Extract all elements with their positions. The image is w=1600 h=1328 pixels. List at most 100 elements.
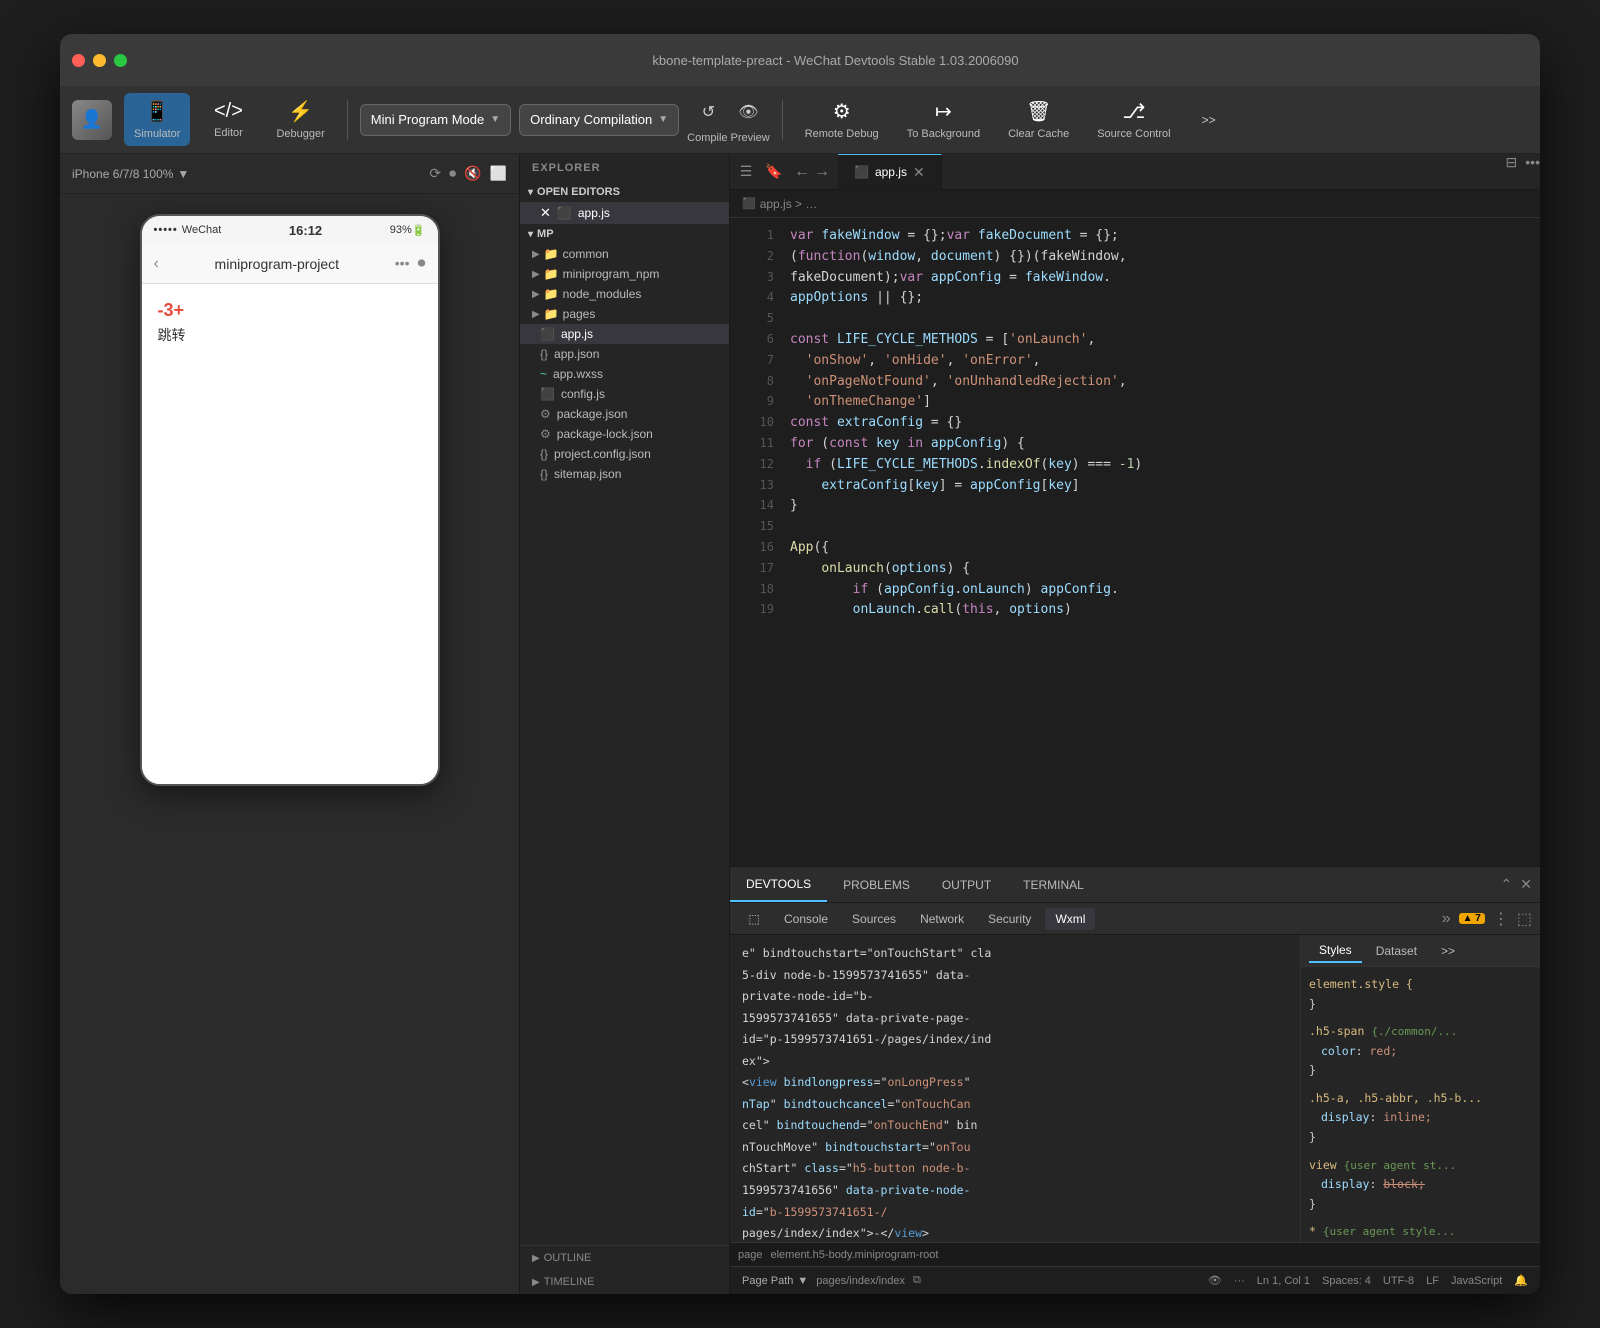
- line-number-5: 5: [738, 309, 774, 330]
- dom-line-7[interactable]: <view bindlongpress="onLongPress": [738, 1072, 1292, 1094]
- code-editor[interactable]: 1 var fakeWindow = {};var fakeDocument =…: [730, 218, 1540, 866]
- devtools-tab-terminal[interactable]: TERMINAL: [1007, 867, 1100, 902]
- sub-tab-security[interactable]: Security: [978, 908, 1041, 930]
- dom-line-10[interactable]: nTouchMove" bindtouchstart="onTou: [738, 1137, 1292, 1159]
- compilation-dropdown-label: Ordinary Compilation: [530, 112, 652, 127]
- source-control-button[interactable]: ⎇ Source Control: [1087, 93, 1180, 146]
- devtools-tab-devtools[interactable]: DEVTOOLS: [730, 867, 827, 902]
- outline-section[interactable]: ▶ OUTLINE: [520, 1246, 729, 1270]
- mode-dropdown[interactable]: Mini Program Mode ▼: [360, 104, 511, 136]
- remote-debug-button[interactable]: ⚙ Remote Debug: [795, 93, 889, 146]
- eye-icon[interactable]: 👁: [1208, 1274, 1222, 1287]
- style-block-element: element.style { }: [1309, 975, 1532, 1014]
- record-icon[interactable]: ⏺: [449, 165, 456, 182]
- status-language[interactable]: JavaScript: [1451, 1275, 1502, 1287]
- code-content-7: 'onShow', 'onHide', 'onError',: [790, 351, 1532, 372]
- file-app-wxss[interactable]: ~ app.wxss: [520, 364, 729, 384]
- dom-line-4[interactable]: 1599573741655" data-private-page-: [738, 1008, 1292, 1030]
- file-project-config-json[interactable]: {} project.config.json: [520, 444, 729, 464]
- file-app-wxss-icon: ~: [540, 367, 547, 381]
- devtools-tab-output[interactable]: OUTPUT: [926, 867, 1007, 902]
- sub-tab-network[interactable]: Network: [910, 908, 974, 930]
- maximize-button[interactable]: [114, 54, 127, 67]
- sub-tab-sources[interactable]: Sources: [842, 908, 906, 930]
- editor-sidebar-toggle[interactable]: ☰: [730, 154, 762, 189]
- to-background-button[interactable]: ↦ To Background: [897, 93, 990, 146]
- folder-common[interactable]: ▶ 📁 common: [520, 244, 729, 264]
- more-sub-tabs-icon[interactable]: »: [1442, 910, 1451, 928]
- devtools-inspect-icon[interactable]: ⬚: [738, 903, 770, 935]
- editor-label: Editor: [214, 127, 243, 139]
- open-editors-header[interactable]: ▾ OPEN EDITORS: [520, 182, 729, 202]
- explorer-bottom: ▶ OUTLINE ▶ TIMELINE: [520, 1245, 729, 1294]
- more-editor-icon[interactable]: •••: [1525, 154, 1540, 189]
- editor-tab-app-js[interactable]: ⬛ app.js ✕: [838, 154, 942, 189]
- more-status-icon[interactable]: ···: [1234, 1275, 1245, 1287]
- page-path-dropdown[interactable]: Page Path ▼: [742, 1275, 808, 1287]
- source-control-label: Source Control: [1097, 128, 1170, 140]
- simulator-button[interactable]: 📱 Simulator: [124, 93, 190, 146]
- sub-tab-wxml[interactable]: Wxml: [1045, 908, 1095, 930]
- file-config-js[interactable]: ⬛ config.js: [520, 384, 729, 404]
- debugger-button[interactable]: ⚡ Debugger: [266, 93, 334, 146]
- styles-tab-styles[interactable]: Styles: [1309, 939, 1362, 963]
- tab-close-button[interactable]: ✕: [913, 164, 925, 181]
- refresh-button[interactable]: ↺: [692, 96, 724, 128]
- devtools-settings-icon[interactable]: ⋮: [1493, 909, 1509, 929]
- more-toolbar-button[interactable]: >>: [1193, 104, 1225, 136]
- dom-line-5[interactable]: id="p-1599573741651-/pages/index/ind: [738, 1029, 1292, 1051]
- sound-icon[interactable]: 🔇: [464, 165, 481, 182]
- minimize-button[interactable]: [93, 54, 106, 67]
- folder-pages[interactable]: ▶ 📁 pages: [520, 304, 729, 324]
- editor-button[interactable]: </> Editor: [198, 94, 258, 145]
- copy-icon[interactable]: ⧉: [913, 1274, 921, 1287]
- sub-tab-console[interactable]: Console: [774, 908, 838, 930]
- dom-line-11[interactable]: chStart" class="h5-button node-b-: [738, 1158, 1292, 1180]
- dom-line-1[interactable]: e" bindtouchstart="onTouchStart" cla: [738, 943, 1292, 965]
- close-button[interactable]: [72, 54, 85, 67]
- screenshot-icon[interactable]: ⬜: [490, 165, 507, 182]
- open-editor-app-js[interactable]: ✕ ⬛ app.js: [520, 202, 729, 224]
- timeline-section[interactable]: ▶ TIMELINE: [520, 1270, 729, 1294]
- dom-line-12[interactable]: 1599573741656" data-private-node-: [738, 1180, 1292, 1202]
- compilation-dropdown[interactable]: Ordinary Compilation ▼: [519, 104, 679, 136]
- line-number-14: 14: [738, 496, 774, 517]
- dom-line-6[interactable]: ex">: [738, 1051, 1292, 1073]
- dom-line-3[interactable]: private-node-id="b-: [738, 986, 1292, 1008]
- file-app-js[interactable]: ⬛ app.js: [520, 324, 729, 344]
- dom-line-14[interactable]: pages/index/index">-</view>: [738, 1223, 1292, 1242]
- file-app-json[interactable]: {} app.json: [520, 344, 729, 364]
- dom-line-9[interactable]: cel" bindtouchend="onTouchEnd" bin: [738, 1115, 1292, 1137]
- avatar[interactable]: 👤: [72, 100, 112, 140]
- code-content-10: const extraConfig = {}: [790, 413, 1532, 434]
- close-panel-icon[interactable]: ✕: [1520, 876, 1532, 893]
- folder-common-label: common: [563, 247, 609, 261]
- file-package-json[interactable]: ⚙ package.json: [520, 404, 729, 424]
- clear-cache-button[interactable]: 🗑 Clear Cache: [998, 93, 1079, 146]
- phone-menu-icon[interactable]: •••: [395, 255, 410, 273]
- folder-node-modules[interactable]: ▶ 📁 node_modules: [520, 284, 729, 304]
- file-sitemap-json[interactable]: {} sitemap.json: [520, 464, 729, 484]
- bell-icon[interactable]: 🔔: [1514, 1274, 1528, 1287]
- devtools-dom-tree[interactable]: e" bindtouchstart="onTouchStart" cla 5-d…: [730, 935, 1300, 1242]
- sidebar-toggle-icon: ☰: [740, 163, 753, 180]
- rotate-icon[interactable]: ⟳: [429, 165, 441, 182]
- devtools-dock-icon[interactable]: ⬚: [1517, 909, 1532, 929]
- phone-home-icon[interactable]: ⏺: [417, 255, 425, 273]
- preview-button[interactable]: 👁: [732, 96, 764, 128]
- dom-line-2[interactable]: 5-div node-b-1599573741655" data-: [738, 965, 1292, 987]
- styles-tab-dataset[interactable]: Dataset: [1366, 940, 1427, 962]
- device-selector[interactable]: iPhone 6/7/8 100% ▼: [72, 167, 189, 181]
- collapse-panel-icon[interactable]: ⌃: [1501, 876, 1513, 893]
- editor-nav-back[interactable]: ← →: [786, 154, 838, 189]
- devtools-tab-problems[interactable]: PROBLEMS: [827, 867, 926, 902]
- folder-miniprogram-npm[interactable]: ▶ 📁 miniprogram_npm: [520, 264, 729, 284]
- dom-line-8[interactable]: nTap" bindtouchcancel="onTouchCan: [738, 1094, 1292, 1116]
- clear-cache-label: Clear Cache: [1008, 128, 1069, 140]
- styles-tab-more[interactable]: >>: [1431, 940, 1465, 962]
- split-editor-icon[interactable]: ⊟: [1506, 154, 1518, 189]
- mp-header[interactable]: ▾ MP: [520, 224, 729, 244]
- file-package-lock-json[interactable]: ⚙ package-lock.json: [520, 424, 729, 444]
- compile-preview-buttons: ↺ 👁: [692, 96, 764, 128]
- dom-line-13[interactable]: id="b-1599573741651-/: [738, 1202, 1292, 1224]
